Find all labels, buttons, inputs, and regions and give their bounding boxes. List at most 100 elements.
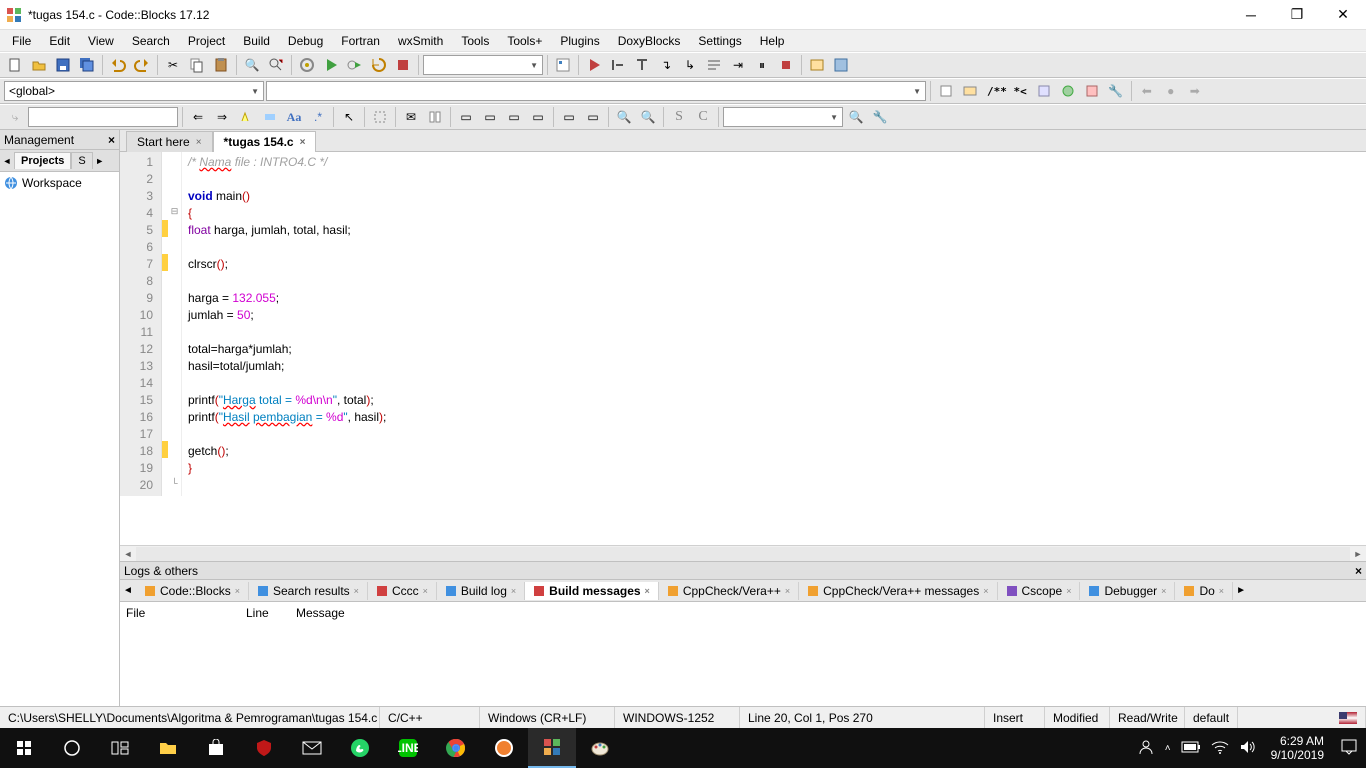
nav-back-icon[interactable]: ⬅	[1136, 80, 1158, 102]
win5-icon[interactable]: ▭	[558, 106, 580, 128]
tab-start-here[interactable]: Start here×	[126, 131, 213, 152]
close-icon[interactable]: ×	[1066, 586, 1071, 596]
code-line[interactable]	[188, 375, 1360, 392]
break-icon[interactable]: ⏸	[751, 54, 773, 76]
show-targets-icon[interactable]	[552, 54, 574, 76]
menu-edit[interactable]: Edit	[41, 32, 78, 50]
close-icon[interactable]: ×	[196, 137, 202, 148]
doxy-config-icon[interactable]: 🔧	[1105, 80, 1127, 102]
minimize-button[interactable]: ─	[1228, 0, 1274, 30]
menu-help[interactable]: Help	[752, 32, 793, 50]
build-run-icon[interactable]	[344, 54, 366, 76]
menu-tools+[interactable]: Tools+	[499, 32, 550, 50]
mcafee-icon[interactable]	[240, 728, 288, 768]
close-button[interactable]: ✕	[1320, 0, 1366, 30]
close-icon[interactable]: ×	[1219, 586, 1224, 596]
zoom-out-icon[interactable]: 🔍	[637, 106, 659, 128]
status-lang-flag[interactable]	[1331, 707, 1366, 728]
debug-run-icon[interactable]	[583, 54, 605, 76]
tray-clock[interactable]: 6:29 AM 9/10/2019	[1265, 734, 1330, 762]
code-line[interactable]: clrscr();	[188, 256, 1360, 273]
win6-icon[interactable]: ▭	[582, 106, 604, 128]
log-tab-build-messages[interactable]: Build messages×	[525, 582, 659, 600]
regex-icon[interactable]: .*	[307, 106, 329, 128]
save-icon[interactable]	[52, 54, 74, 76]
paste-icon[interactable]	[210, 54, 232, 76]
cut-icon[interactable]: ✂	[162, 54, 184, 76]
close-icon[interactable]: ×	[423, 586, 428, 596]
rebuild-icon[interactable]	[368, 54, 390, 76]
code-line[interactable]: total=harga*jumlah;	[188, 341, 1360, 358]
log-tab-left-icon[interactable]: ◄	[120, 585, 136, 596]
wifi-icon[interactable]	[1211, 740, 1229, 757]
doxy-icon[interactable]	[935, 80, 957, 102]
line-icon[interactable]: LINE	[384, 728, 432, 768]
code-line[interactable]: printf("Harga total = %d\n\n", total);	[188, 392, 1360, 409]
fortran-settings-icon[interactable]: 🔧	[869, 106, 891, 128]
fortran-find-icon[interactable]: 🔍	[845, 106, 867, 128]
highlight-icon[interactable]	[235, 106, 257, 128]
last-jump-icon[interactable]: ⤷	[4, 106, 26, 128]
step-instruction-icon[interactable]: ⇥	[727, 54, 749, 76]
replace-icon[interactable]	[265, 54, 287, 76]
mail-icon[interactable]: ✉	[400, 106, 422, 128]
copy-icon[interactable]	[186, 54, 208, 76]
log-tab-right-icon[interactable]: ►	[1233, 585, 1249, 596]
zoom-in-icon[interactable]: 🔍	[613, 106, 635, 128]
win3-icon[interactable]: ▭	[503, 106, 525, 128]
tab-projects[interactable]: Projects	[14, 152, 71, 169]
code-line[interactable]: harga = 132.055;	[188, 290, 1360, 307]
log-tab-cppcheck-vera-[interactable]: CppCheck/Vera++×	[659, 582, 799, 600]
code-line[interactable]: printf("Hasil pembagian = %d", hasil);	[188, 409, 1360, 426]
run-icon[interactable]	[320, 54, 342, 76]
cursor-icon[interactable]: ↖	[338, 106, 360, 128]
redo-icon[interactable]	[131, 54, 153, 76]
log-tab-do[interactable]: Do×	[1175, 582, 1233, 600]
log-tab-cscope[interactable]: Cscope×	[998, 582, 1081, 600]
menu-file[interactable]: File	[4, 32, 39, 50]
panel-tab-left-icon[interactable]: ◄	[0, 156, 14, 166]
next-line-icon[interactable]	[631, 54, 653, 76]
close-icon[interactable]: ×	[1161, 586, 1166, 596]
select-icon[interactable]	[369, 106, 391, 128]
file-explorer-icon[interactable]	[144, 728, 192, 768]
open-file-icon[interactable]	[28, 54, 50, 76]
source-c-icon[interactable]: C	[692, 106, 714, 128]
start-button[interactable]	[0, 728, 48, 768]
battery-icon[interactable]	[1181, 741, 1201, 756]
new-file-icon[interactable]	[4, 54, 26, 76]
cortana-icon[interactable]	[48, 728, 96, 768]
task-view-icon[interactable]	[96, 728, 144, 768]
build-icon[interactable]	[296, 54, 318, 76]
close-icon[interactable]: ×	[354, 586, 359, 596]
tab-symbols[interactable]: S	[71, 152, 92, 169]
app-icon[interactable]	[480, 728, 528, 768]
code-line[interactable]	[188, 239, 1360, 256]
menu-search[interactable]: Search	[124, 32, 178, 50]
selected-text-icon[interactable]	[259, 106, 281, 128]
whatsapp-icon[interactable]	[336, 728, 384, 768]
menu-settings[interactable]: Settings	[690, 32, 749, 50]
log-tab-debugger[interactable]: Debugger×	[1080, 582, 1175, 600]
win4-icon[interactable]: ▭	[527, 106, 549, 128]
source-s-icon[interactable]: S	[668, 106, 690, 128]
code-line[interactable]	[188, 477, 1360, 494]
code-line[interactable]	[188, 171, 1360, 188]
undo-icon[interactable]	[107, 54, 129, 76]
editor-hscrollbar[interactable]: ◄►	[120, 545, 1366, 561]
code-line[interactable]: void main()	[188, 188, 1360, 205]
next-icon[interactable]: ⇒	[211, 106, 233, 128]
next-instruction-icon[interactable]	[703, 54, 725, 76]
diff-icon[interactable]	[424, 106, 446, 128]
log-tab-build-log[interactable]: Build log×	[437, 582, 525, 600]
stop-debug-icon[interactable]	[775, 54, 797, 76]
step-out-icon[interactable]: ↳	[679, 54, 701, 76]
doxy-chm-icon[interactable]	[1081, 80, 1103, 102]
workspace-item[interactable]: Workspace	[4, 176, 115, 190]
menu-view[interactable]: View	[80, 32, 122, 50]
panel-tab-right-icon[interactable]: ►	[93, 156, 107, 166]
menu-project[interactable]: Project	[180, 32, 233, 50]
code-line[interactable]	[188, 426, 1360, 443]
tray-expand-icon[interactable]: ˄	[1165, 743, 1171, 754]
close-icon[interactable]: ×	[511, 586, 516, 596]
